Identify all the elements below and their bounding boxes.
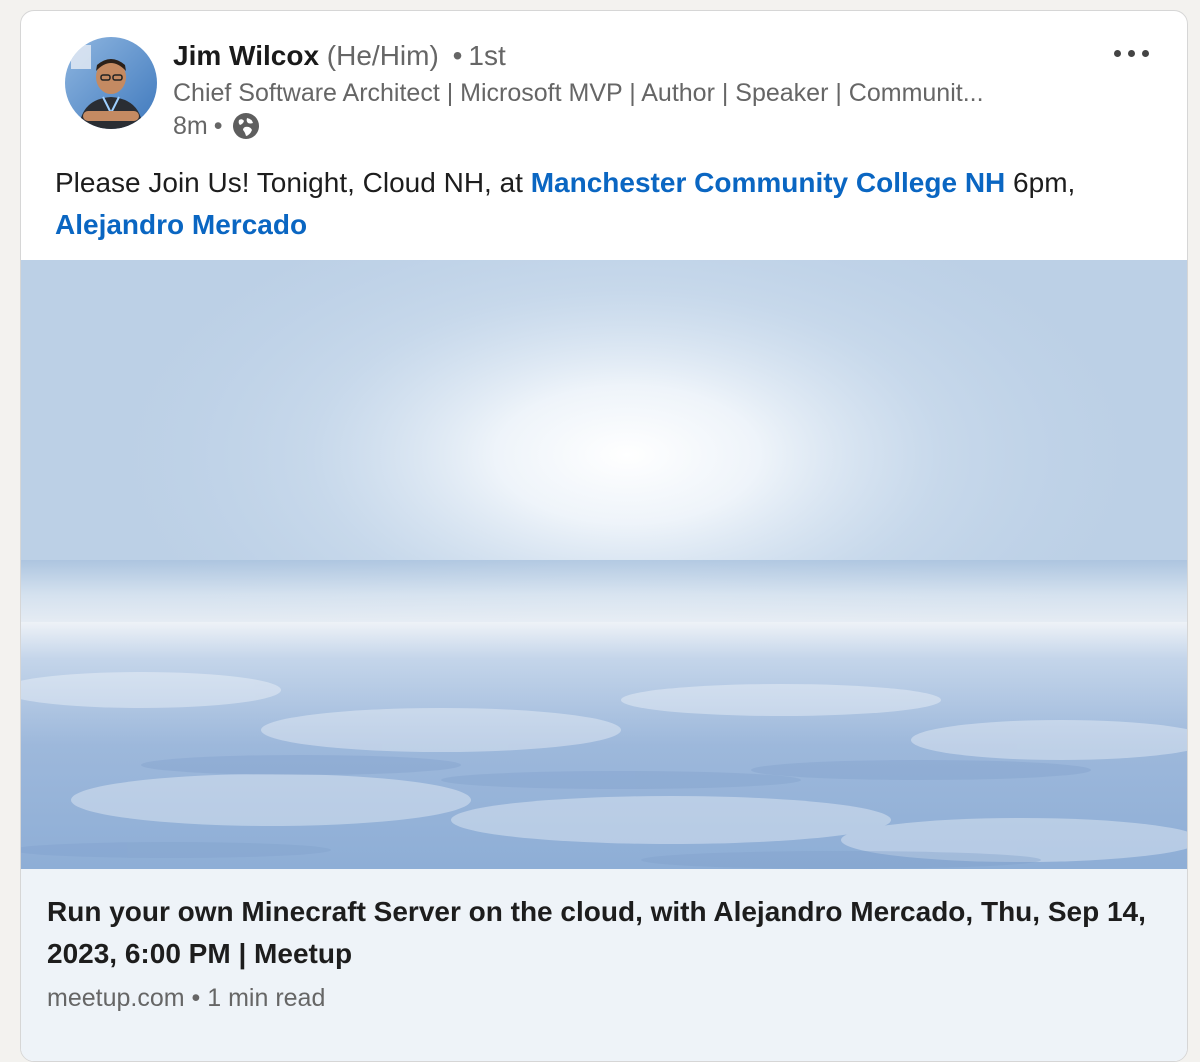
mention-manchester-community-college[interactable]: Manchester Community College NH — [531, 167, 1006, 198]
cloud-sea-image — [21, 260, 1187, 869]
author-name-line: Jim Wilcox (He/Him) • 1st — [173, 39, 506, 73]
link-preview-image[interactable] — [21, 260, 1187, 869]
link-preview-footer[interactable]: Run your own Minecraft Server on the clo… — [21, 869, 1187, 1061]
connection-degree: 1st — [468, 40, 506, 71]
ellipsis-dot — [1141, 49, 1149, 57]
mention-alejandro-mercado[interactable]: Alejandro Mercado — [55, 209, 307, 240]
author-name[interactable]: Jim Wilcox — [173, 40, 319, 71]
ellipsis-dot — [1127, 49, 1135, 57]
post-time: 8m — [173, 112, 208, 140]
link-read-time: 1 min read — [207, 984, 326, 1012]
link-meta-separator: • — [191, 984, 201, 1012]
post-text-part: Please Join Us! Tonight, Cloud NH, at — [55, 167, 531, 198]
post-text-part: 6pm, — [1005, 167, 1076, 198]
avatar-photo — [65, 37, 157, 129]
more-options-button[interactable] — [1103, 33, 1159, 73]
author-pronouns: (He/Him) — [326, 40, 439, 71]
post-body: Please Join Us! Tonight, Cloud NH, at Ma… — [55, 162, 1165, 246]
author-headline: Chief Software Architect | Microsoft MVP… — [173, 79, 984, 107]
link-source: meetup.com — [47, 984, 185, 1012]
globe-icon — [231, 111, 261, 141]
link-preview-meta: meetup.com • 1 min read — [47, 981, 325, 1015]
post-meta: 8m • — [173, 110, 261, 142]
meta-separator: • — [213, 112, 223, 140]
name-separator: • — [452, 40, 463, 71]
link-preview-title[interactable]: Run your own Minecraft Server on the clo… — [47, 891, 1157, 975]
ellipsis-icon — [1113, 49, 1121, 57]
author-avatar[interactable] — [65, 37, 157, 129]
feed-post-card: Jim Wilcox (He/Him) • 1st Chief Software … — [20, 10, 1188, 1062]
